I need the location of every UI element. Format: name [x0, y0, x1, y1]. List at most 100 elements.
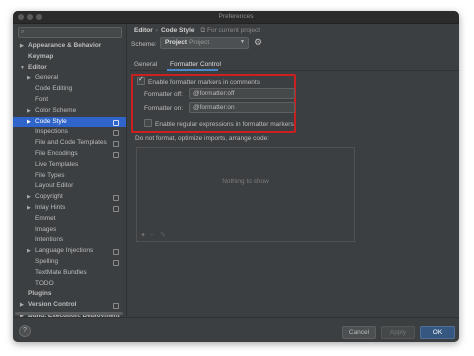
sidebar-item-color-scheme[interactable]: ▶ Color Scheme: [13, 106, 126, 117]
tab-general[interactable]: General: [134, 61, 157, 68]
scope-label: ⧉ For current project: [201, 27, 261, 34]
formatter-off-label: Formatter off:: [144, 91, 183, 98]
sidebar-item-appearance-behavior[interactable]: ▶ Appearance & Behavior: [13, 41, 126, 52]
add-icon[interactable]: +: [141, 232, 145, 240]
empty-list-text: Nothing to show: [222, 178, 269, 185]
sidebar-item-general[interactable]: ▶ General: [13, 73, 126, 84]
sidebar-scrollbar[interactable]: [15, 312, 123, 315]
sidebar-item-label: Images: [35, 225, 57, 233]
sidebar-item-editor[interactable]: ▼ Editor: [13, 63, 126, 74]
breadcrumb-parent[interactable]: Editor: [134, 27, 153, 34]
dialog-footer: ? Cancel Apply OK: [13, 317, 459, 342]
sidebar-item-images[interactable]: Images: [13, 225, 126, 236]
sidebar-item-label: Plugins: [28, 290, 52, 298]
sidebar-item-label: Keymap: [28, 52, 54, 60]
sidebar-item-spelling[interactable]: Spelling: [13, 257, 126, 268]
formatter-on-label: Formatter on:: [144, 105, 184, 112]
project-scope-icon: [113, 151, 119, 158]
sidebar-item-textmate-bundles[interactable]: TextMate Bundles: [13, 268, 126, 279]
sidebar-item-todo[interactable]: TODO: [13, 279, 126, 290]
sidebar-item-live-templates[interactable]: Live Templates: [13, 160, 126, 171]
sidebar-item-label: General: [35, 74, 59, 82]
sidebar-item-layout-editor[interactable]: Layout Editor: [13, 181, 126, 192]
sidebar-item-file-encodings[interactable]: File Encodings: [13, 149, 126, 160]
preferences-window: Preferences ⌕ ▶ Appearance & Behavior Keym…: [13, 11, 459, 342]
sidebar-item-label: Intentions: [35, 236, 64, 244]
chevron-right-icon[interactable]: ▶: [27, 106, 31, 117]
do-not-format-list[interactable]: Nothing to show: [136, 147, 355, 234]
sidebar-item-code-editing[interactable]: Code Editing: [13, 84, 126, 95]
chevron-right-icon[interactable]: ▶: [27, 117, 31, 128]
chevron-right-icon[interactable]: ▶: [20, 300, 24, 311]
active-tab-indicator: [167, 69, 218, 71]
settings-tree: ▶ Appearance & Behavior Keymap ▼ Editor ▶ Gene…: [13, 41, 126, 317]
search-icon: ⌕: [21, 29, 25, 35]
remove-icon[interactable]: −: [150, 232, 154, 240]
regex-label: Enable regular expressions in formatter …: [155, 121, 294, 128]
chevron-right-icon[interactable]: ▶: [20, 41, 24, 52]
sidebar-item-label: Copyright: [35, 193, 63, 201]
sidebar-item-label: Code Editing: [35, 85, 73, 93]
edit-icon[interactable]: ✎: [160, 232, 166, 240]
regex-checkbox[interactable]: [144, 119, 152, 127]
project-scope-icon: [113, 259, 119, 266]
ok-button[interactable]: OK: [420, 326, 455, 339]
sidebar-item-emmet[interactable]: Emmet: [13, 214, 126, 225]
sidebar-item-version-control[interactable]: ▶ Version Control: [13, 300, 126, 311]
sidebar-item-language-injections[interactable]: ▶ Language Injections: [13, 246, 126, 257]
tab-formatter-control[interactable]: Formatter Control: [170, 61, 221, 68]
tab-bar: General Formatter Control: [130, 58, 459, 71]
cancel-button[interactable]: Cancel: [342, 326, 376, 339]
sidebar-item-label: Inspections: [35, 128, 68, 136]
chevron-right-icon[interactable]: ▶: [27, 192, 31, 203]
gear-icon[interactable]: ⚙: [254, 37, 262, 47]
breadcrumb-current: Code Style: [160, 27, 195, 34]
search-input[interactable]: [29, 28, 117, 37]
sidebar-item-label: Emmet: [35, 214, 56, 222]
enable-markers-label: Enable formatter markers in comments: [148, 79, 260, 86]
chevron-right-icon[interactable]: ▶: [27, 73, 31, 84]
regex-row[interactable]: Enable regular expressions in formatter …: [144, 119, 294, 128]
sidebar-item-copyright[interactable]: ▶ Copyright: [13, 192, 126, 203]
help-button[interactable]: ?: [19, 325, 31, 337]
sidebar-item-label: Color Scheme: [35, 106, 77, 114]
sidebar-item-plugins[interactable]: Plugins: [13, 289, 126, 300]
sidebar-item-label: TODO: [35, 279, 54, 287]
scheme-dropdown[interactable]: Project Project ▼: [160, 37, 249, 49]
formatter-on-field[interactable]: @formatter:on: [189, 102, 295, 113]
chevron-down-icon[interactable]: ▼: [20, 63, 25, 74]
formatter-off-field[interactable]: @formatter:off: [189, 88, 295, 99]
search-box[interactable]: ⌕: [18, 27, 122, 38]
chevron-right-icon[interactable]: ▶: [27, 203, 31, 214]
list-toolbar: + − ✎: [136, 232, 355, 242]
project-scope-icon: [113, 249, 119, 256]
sidebar-item-keymap[interactable]: Keymap: [13, 52, 126, 63]
project-scope-icon: [113, 205, 119, 212]
enable-markers-checkbox[interactable]: ✓: [137, 76, 145, 85]
settings-sidebar: ⌕ ▶ Appearance & Behavior Keymap ▼ Editor ▶ Ge…: [13, 24, 127, 317]
breadcrumb: Editor › Code Style ⧉ For current project: [134, 27, 260, 35]
sidebar-item-code-style[interactable]: ▶ Code Style: [13, 116, 126, 128]
sidebar-item-label: Layout Editor: [35, 182, 74, 190]
check-icon: ✓: [138, 76, 144, 83]
chevron-right-icon[interactable]: ▶: [27, 246, 31, 257]
sidebar-item-file-and-code-templates[interactable]: File and Code Templates: [13, 138, 126, 149]
apply-button[interactable]: Apply: [381, 326, 415, 339]
title-bar: Preferences: [13, 11, 459, 24]
scheme-value: Project: [165, 39, 188, 46]
sidebar-item-label: Editor: [28, 63, 47, 71]
sidebar-item-label: Live Templates: [35, 160, 79, 168]
sidebar-item-intentions[interactable]: Intentions: [13, 235, 126, 246]
sidebar-item-font[interactable]: Font: [13, 95, 126, 106]
sidebar-item-inlay-hints[interactable]: ▶ Inlay Hints: [13, 203, 126, 214]
do-not-format-label: Do not format, optimize imports, arrange…: [135, 135, 270, 142]
scope-text: For current project: [207, 27, 261, 34]
sidebar-item-file-types[interactable]: File Types: [13, 171, 126, 182]
sidebar-item-label: File Encodings: [35, 149, 78, 157]
enable-markers-row[interactable]: ✓ Enable formatter markers in comments: [137, 76, 260, 86]
sidebar-item-label: Language Injections: [35, 247, 94, 255]
project-scope-icon: [113, 141, 119, 148]
breadcrumb-separator: ›: [155, 27, 158, 34]
sidebar-item-label: Version Control: [28, 301, 77, 309]
sidebar-item-inspections[interactable]: Inspections: [13, 127, 126, 138]
